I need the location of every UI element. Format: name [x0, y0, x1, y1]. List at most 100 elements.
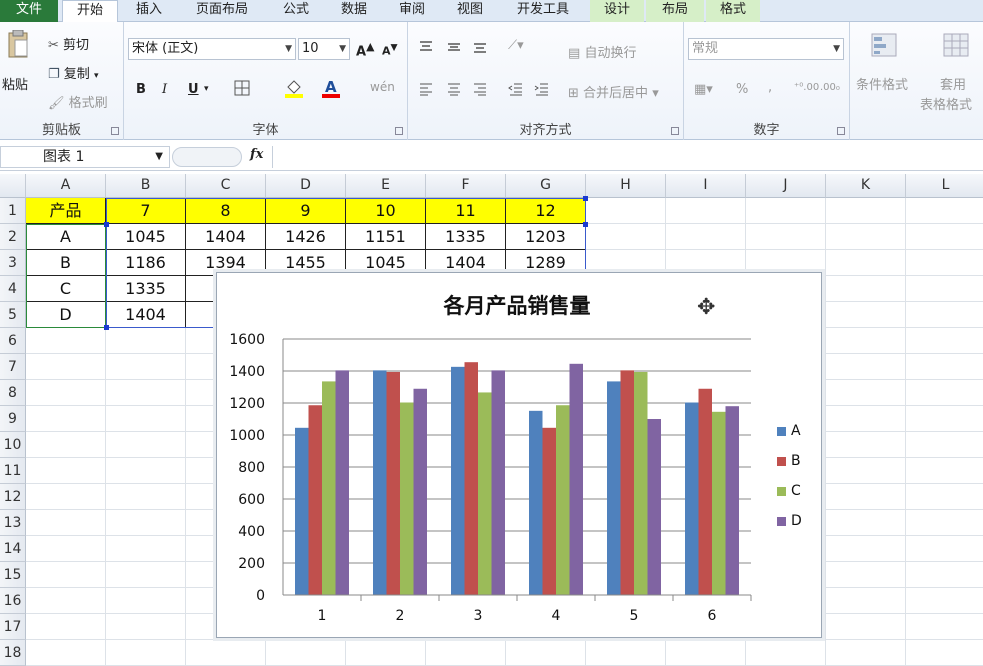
cell-g18[interactable]: [506, 640, 586, 666]
align-center-icon[interactable]: [446, 82, 462, 100]
row-header-15[interactable]: 15: [0, 562, 26, 588]
cell-b8[interactable]: [106, 380, 186, 406]
cell-l6[interactable]: [906, 328, 983, 354]
cell-l3[interactable]: [906, 250, 983, 276]
cell-a18[interactable]: [26, 640, 106, 666]
cell-b11[interactable]: [106, 458, 186, 484]
range-handle[interactable]: [583, 222, 588, 227]
cell-b2[interactable]: 1045: [106, 224, 186, 250]
cell-l5[interactable]: [906, 302, 983, 328]
tab-view[interactable]: 视图: [442, 0, 498, 22]
cell-b12[interactable]: [106, 484, 186, 510]
underline-button[interactable]: U: [188, 82, 199, 97]
row-header-9[interactable]: 9: [0, 406, 26, 432]
cell-k8[interactable]: [826, 380, 906, 406]
align-top-icon[interactable]: [418, 40, 434, 58]
column-header-a[interactable]: A: [26, 174, 106, 198]
currency-icon[interactable]: ▦▾: [694, 82, 713, 97]
cell-k13[interactable]: [826, 510, 906, 536]
row-header-5[interactable]: 5: [0, 302, 26, 328]
font-name-select[interactable]: 宋体 (正文) ▼: [128, 38, 296, 60]
decrease-decimal-icon[interactable]: .00₀: [820, 82, 840, 93]
row-header-4[interactable]: 4: [0, 276, 26, 302]
tab-chart-design[interactable]: 设计: [590, 0, 644, 22]
cell-k15[interactable]: [826, 562, 906, 588]
row-header-8[interactable]: 8: [0, 380, 26, 406]
cell-l4[interactable]: [906, 276, 983, 302]
column-header-i[interactable]: I: [666, 174, 746, 198]
phonetic-guide-button[interactable]: wén: [370, 80, 395, 94]
format-as-table-button-line2[interactable]: 表格格式: [920, 94, 972, 113]
cell-l8[interactable]: [906, 380, 983, 406]
cell-a13[interactable]: [26, 510, 106, 536]
align-bottom-icon[interactable]: [472, 40, 488, 58]
cell-h2[interactable]: [586, 224, 666, 250]
grow-font-icon[interactable]: A▲: [356, 40, 374, 59]
cell-l15[interactable]: [906, 562, 983, 588]
format-painter-button[interactable]: 🖌 格式刷: [48, 92, 108, 111]
row-header-3[interactable]: 3: [0, 250, 26, 276]
cell-b3[interactable]: 1186: [106, 250, 186, 276]
cell-k5[interactable]: [826, 302, 906, 328]
cell-k17[interactable]: [826, 614, 906, 640]
bold-button[interactable]: B: [136, 82, 146, 97]
chart-object[interactable]: 各月产品销售量 0 200 400 600 800 1000 1200 1400 1600 1 2 3 4…: [216, 272, 822, 638]
row-header-14[interactable]: 14: [0, 536, 26, 562]
row-header-11[interactable]: 11: [0, 458, 26, 484]
cell-l11[interactable]: [906, 458, 983, 484]
name-box[interactable]: 图表 1 ▼: [0, 146, 170, 168]
cell-b5[interactable]: 1404: [106, 302, 186, 328]
range-handle[interactable]: [104, 222, 109, 227]
clipboard-launcher-icon[interactable]: [111, 127, 119, 135]
wrap-text-button[interactable]: ▤ 自动换行: [568, 42, 636, 61]
row-header-17[interactable]: 17: [0, 614, 26, 640]
cell-b9[interactable]: [106, 406, 186, 432]
cell-f1[interactable]: 11: [426, 198, 506, 224]
cell-i1[interactable]: [666, 198, 746, 224]
cell-a4[interactable]: C: [26, 276, 106, 302]
decrease-indent-icon[interactable]: [508, 82, 524, 100]
cell-b17[interactable]: [106, 614, 186, 640]
cell-k4[interactable]: [826, 276, 906, 302]
cell-h18[interactable]: [586, 640, 666, 666]
cell-k10[interactable]: [826, 432, 906, 458]
cell-b1[interactable]: 7: [106, 198, 186, 224]
tab-chart-layout[interactable]: 布局: [646, 0, 704, 22]
shrink-font-icon[interactable]: A▼: [382, 42, 398, 58]
column-header-e[interactable]: E: [346, 174, 426, 198]
cell-k11[interactable]: [826, 458, 906, 484]
cell-l1[interactable]: [906, 198, 983, 224]
cell-e1[interactable]: 10: [346, 198, 426, 224]
cell-a2[interactable]: A: [26, 224, 106, 250]
cell-l9[interactable]: [906, 406, 983, 432]
cell-k3[interactable]: [826, 250, 906, 276]
cell-k2[interactable]: [826, 224, 906, 250]
italic-button[interactable]: I: [162, 82, 167, 97]
tab-data[interactable]: 数据: [326, 0, 382, 22]
font-launcher-icon[interactable]: [395, 127, 403, 135]
cell-e2[interactable]: 1151: [346, 224, 426, 250]
cell-a8[interactable]: [26, 380, 106, 406]
range-handle[interactable]: [104, 325, 109, 330]
number-launcher-icon[interactable]: [837, 127, 845, 135]
cell-k16[interactable]: [826, 588, 906, 614]
cell-a14[interactable]: [26, 536, 106, 562]
tab-file[interactable]: 文件: [0, 0, 58, 22]
cell-f2[interactable]: 1335: [426, 224, 506, 250]
cell-a9[interactable]: [26, 406, 106, 432]
tab-developer[interactable]: 开发工具: [500, 0, 586, 22]
row-header-7[interactable]: 7: [0, 354, 26, 380]
column-header-b[interactable]: B: [106, 174, 186, 198]
font-size-select[interactable]: 10 ▼: [298, 38, 350, 60]
column-header-h[interactable]: H: [586, 174, 666, 198]
cell-k18[interactable]: [826, 640, 906, 666]
cell-b15[interactable]: [106, 562, 186, 588]
font-color-icon[interactable]: A: [322, 78, 340, 102]
cell-a7[interactable]: [26, 354, 106, 380]
orientation-icon[interactable]: ⟋▾: [508, 38, 524, 53]
align-left-icon[interactable]: [418, 82, 434, 100]
column-header-g[interactable]: G: [506, 174, 586, 198]
row-header-6[interactable]: 6: [0, 328, 26, 354]
cell-b7[interactable]: [106, 354, 186, 380]
number-format-select[interactable]: 常规 ▼: [688, 38, 844, 60]
